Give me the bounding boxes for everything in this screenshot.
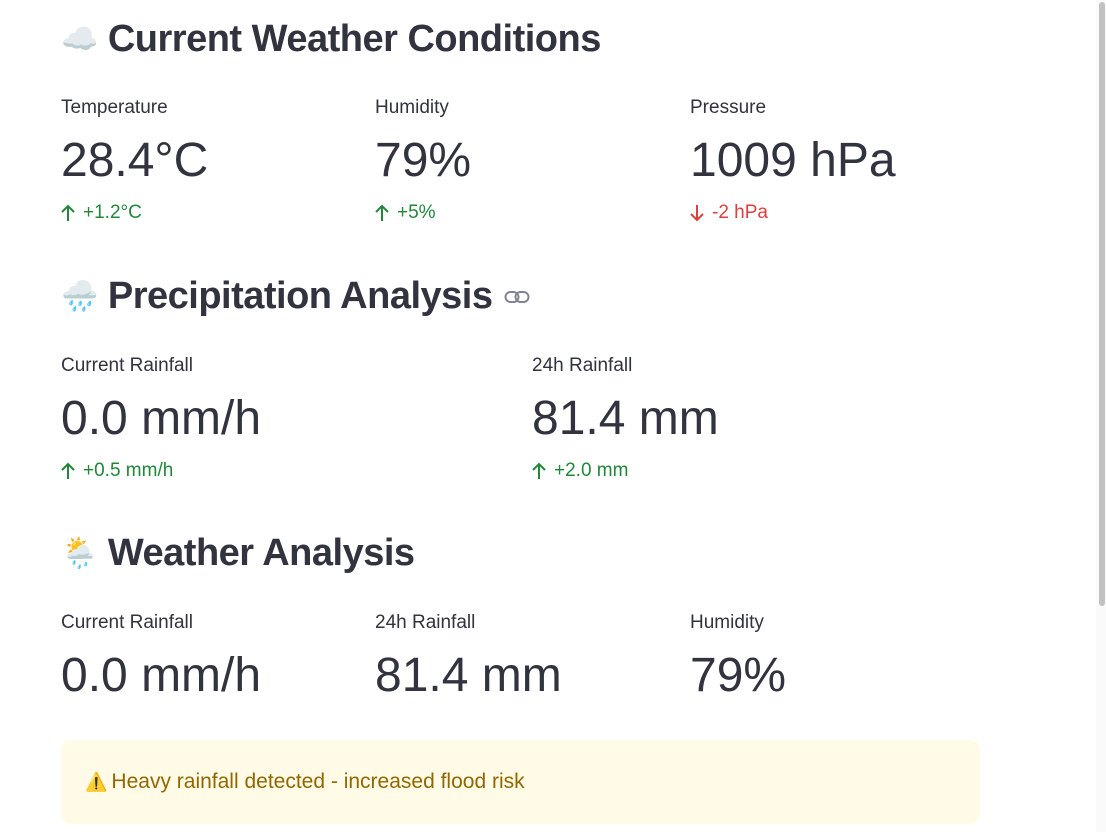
sun-rain-cloud-icon: 🌦️ xyxy=(61,536,98,571)
metric-label: 24h Rainfall xyxy=(532,355,633,376)
arrow-down-icon xyxy=(690,205,704,222)
metric-delta: +1.2°C xyxy=(61,202,208,224)
metric-label: Temperature xyxy=(61,97,168,118)
metric-label: Pressure xyxy=(690,97,767,118)
metric-delta-text: +0.5 mm/h xyxy=(83,460,174,481)
metric-label: Current Rainfall xyxy=(61,355,193,376)
metric-24h-rainfall: 24h Rainfall 81.4 mm +2.0 mm xyxy=(532,355,719,482)
arrow-up-icon xyxy=(375,204,389,221)
metric-value: 0.0 mm/h xyxy=(61,649,262,702)
metric-current-rainfall: Current Rainfall 0.0 mm/h +0.5 mm/h xyxy=(61,355,261,482)
arrow-up-icon xyxy=(61,462,75,479)
arrow-up-icon xyxy=(61,204,75,221)
warning-icon: ⚠️ xyxy=(85,771,108,793)
scrollbar-thumb[interactable] xyxy=(1099,2,1105,606)
rain-cloud-icon: 🌧️ xyxy=(61,279,98,314)
alert-text: Heavy rainfall detected - increased floo… xyxy=(111,770,525,793)
metric-label: Current Rainfall xyxy=(61,612,193,633)
link-icon[interactable] xyxy=(504,290,530,304)
metric-delta-text: +5% xyxy=(397,202,436,223)
flood-risk-alert: ⚠️ Heavy rainfall detected - increased f… xyxy=(61,740,980,824)
metric-value: 1009 hPa xyxy=(690,134,896,187)
weather-analysis-heading: 🌦️ Weather Analysis xyxy=(61,532,415,575)
metric-value: 81.4 mm xyxy=(375,649,562,702)
current-weather-heading: ☁️ Current Weather Conditions xyxy=(61,18,601,61)
metric-value: 28.4°C xyxy=(61,134,209,187)
metric-label: Humidity xyxy=(690,612,764,633)
metric-delta: +5% xyxy=(375,202,471,224)
metric-delta: +2.0 mm xyxy=(532,460,719,482)
metric-humidity: Humidity 79% xyxy=(690,612,786,703)
current-weather-title: Current Weather Conditions xyxy=(107,18,602,60)
metric-current-rainfall: Current Rainfall 0.0 mm/h xyxy=(61,612,261,703)
metric-delta: +0.5 mm/h xyxy=(61,460,261,482)
metric-label: Humidity xyxy=(375,97,449,118)
metric-value: 79% xyxy=(690,649,787,702)
metric-delta-text: -2 hPa xyxy=(712,202,768,223)
metric-pressure: Pressure 1009 hPa -2 hPa xyxy=(690,97,896,224)
metric-humidity: Humidity 79% +5% xyxy=(375,97,471,224)
scrollbar[interactable] xyxy=(1096,0,1106,832)
metric-delta-text: +1.2°C xyxy=(83,202,142,223)
arrow-up-icon xyxy=(532,462,546,479)
metric-label: 24h Rainfall xyxy=(375,612,476,633)
metric-value: 79% xyxy=(375,134,472,187)
metric-temperature: Temperature 28.4°C +1.2°C xyxy=(61,97,208,224)
precipitation-title: Precipitation Analysis xyxy=(107,275,493,317)
cloud-icon: ☁️ xyxy=(61,22,98,57)
weather-analysis-title: Weather Analysis xyxy=(107,532,415,574)
metric-24h-rainfall: 24h Rainfall 81.4 mm xyxy=(375,612,562,703)
metric-value: 81.4 mm xyxy=(532,392,719,445)
precipitation-heading: 🌧️ Precipitation Analysis xyxy=(61,275,530,318)
metric-delta: -2 hPa xyxy=(690,202,896,224)
metric-value: 0.0 mm/h xyxy=(61,392,262,445)
metric-delta-text: +2.0 mm xyxy=(554,460,629,481)
